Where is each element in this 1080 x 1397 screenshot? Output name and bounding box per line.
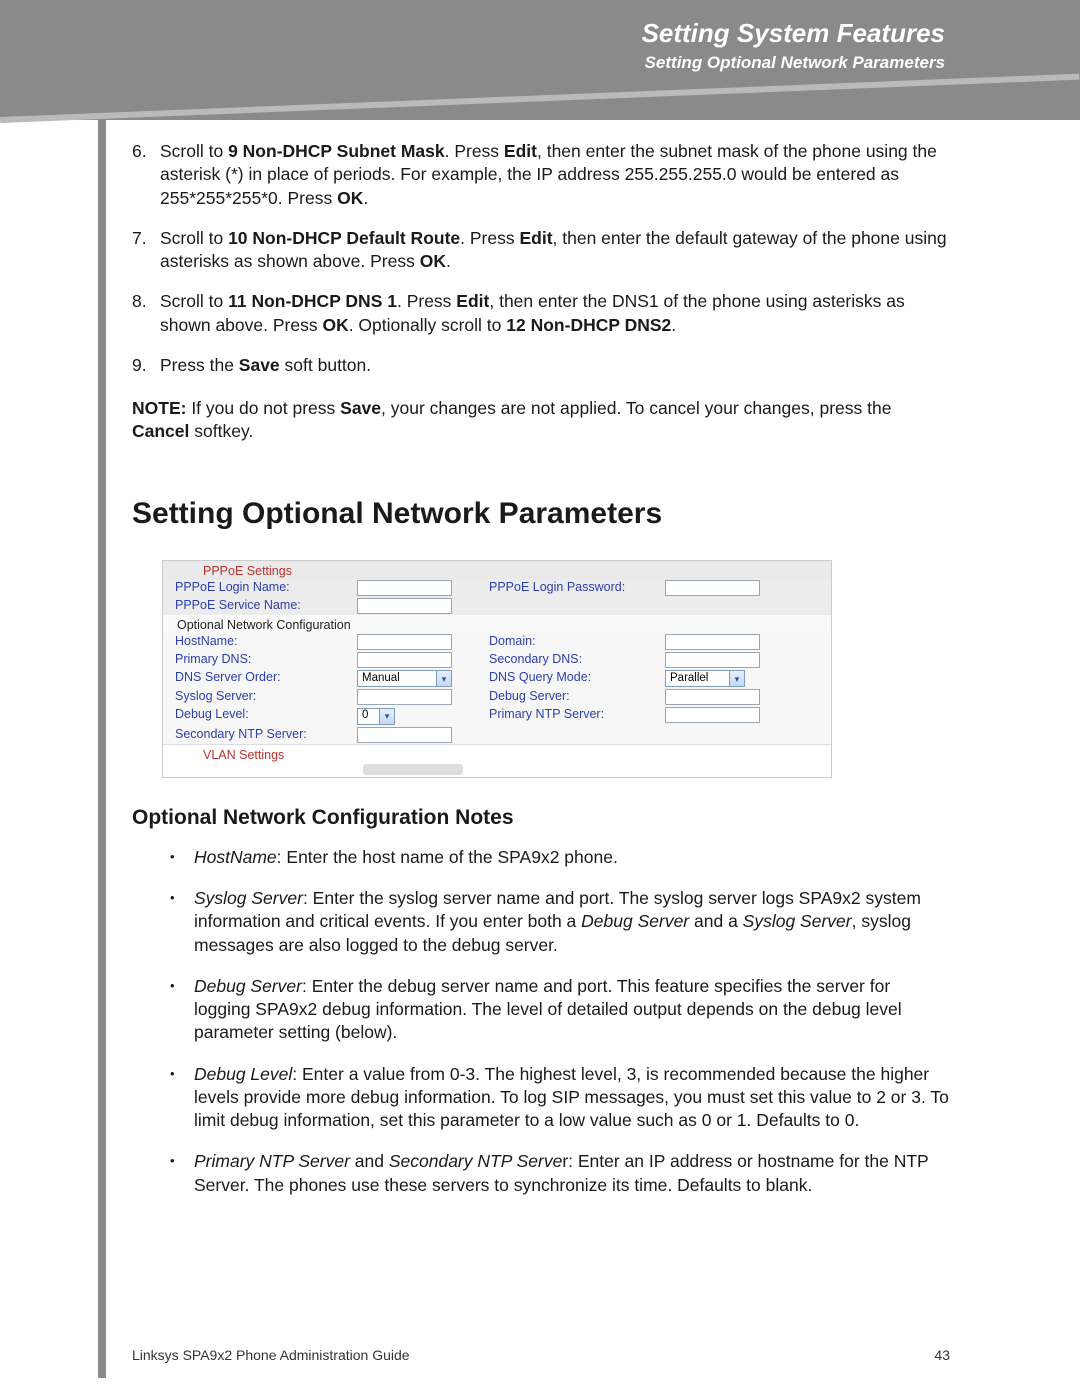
note-paragraph: NOTE: If you do not press Save, your cha…: [132, 397, 950, 444]
subheading: Optional Network Configuration Notes: [132, 804, 950, 832]
pppoe-login-name-label: PPPoE Login Name:: [169, 580, 357, 596]
bullet-icon: •: [170, 975, 194, 1045]
bullets-list: •HostName: Enter the host name of the SP…: [132, 846, 950, 1197]
bullet-item: •Debug Server: Enter the debug server na…: [132, 975, 950, 1045]
step-item: 8.Scroll to 11 Non-DHCP DNS 1. Press Edi…: [132, 290, 950, 337]
debug-level-value: 0: [362, 709, 368, 722]
debug-level-select[interactable]: 0 ▾: [357, 708, 395, 725]
bullet-icon: •: [170, 1150, 194, 1197]
hostname-row: HostName: Domain:: [163, 633, 831, 651]
pppoe-section-title: PPPoE Settings: [163, 561, 831, 579]
syslog-server-input[interactable]: [357, 689, 452, 705]
footer-left: Linksys SPA9x2 Phone Administration Guid…: [132, 1347, 410, 1363]
bullet-item: •Debug Level: Enter a value from 0-3. Th…: [132, 1063, 950, 1133]
primary-dns-input[interactable]: [357, 652, 452, 668]
bullet-text: Debug Server: Enter the debug server nam…: [194, 975, 950, 1045]
pppoe-service-name-label: PPPoE Service Name:: [169, 598, 357, 614]
debug-level-label: Debug Level:: [169, 707, 357, 724]
pppoe-service-name-input[interactable]: [357, 598, 452, 614]
secondary-dns-label: Secondary DNS:: [465, 652, 665, 668]
primary-ntp-input[interactable]: [665, 707, 760, 723]
config-screenshot: PPPoE Settings PPPoE Login Name: PPPoE L…: [162, 560, 832, 778]
primary-dns-row: Primary DNS: Secondary DNS:: [163, 651, 831, 669]
vlan-settings-title: VLAN Settings: [203, 748, 284, 762]
step-item: 7.Scroll to 10 Non-DHCP Default Route. P…: [132, 227, 950, 274]
dns-query-mode-label: DNS Query Mode:: [465, 670, 665, 687]
step-item: 6.Scroll to 9 Non-DHCP Subnet Mask. Pres…: [132, 140, 950, 210]
bullet-text: Syslog Server: Enter the syslog server n…: [194, 887, 950, 957]
dns-query-mode-value: Parallel: [670, 672, 708, 685]
page-category-title: Setting System Features: [642, 18, 945, 49]
section-heading: Setting Optional Network Parameters: [132, 494, 950, 534]
pppoe-login-password-label: PPPoE Login Password:: [465, 580, 665, 596]
syslog-row: Syslog Server: Debug Server:: [163, 688, 831, 706]
bullet-item: •Primary NTP Server and Secondary NTP Se…: [132, 1150, 950, 1197]
dns-server-order-select[interactable]: Manual ▾: [357, 670, 452, 687]
pppoe-login-name-input[interactable]: [357, 580, 452, 596]
chevron-down-icon: ▾: [436, 671, 451, 686]
hostname-input[interactable]: [357, 634, 452, 650]
side-bar: [98, 118, 106, 1378]
footer-page-number: 43: [934, 1347, 950, 1363]
bullet-text: Debug Level: Enter a value from 0-3. The…: [194, 1063, 950, 1133]
bullet-item: •HostName: Enter the host name of the SP…: [132, 846, 950, 869]
domain-label: Domain:: [465, 634, 665, 650]
pppoe-row-1: PPPoE Login Name: PPPoE Login Password:: [163, 579, 831, 597]
dns-order-row: DNS Server Order: Manual ▾ DNS Query Mod…: [163, 669, 831, 688]
syslog-server-label: Syslog Server:: [169, 689, 357, 705]
dns-server-order-value: Manual: [362, 672, 400, 685]
bullet-icon: •: [170, 846, 194, 869]
chevron-down-icon: ▾: [379, 709, 394, 724]
pppoe-login-password-input[interactable]: [665, 580, 760, 596]
dns-server-order-label: DNS Server Order:: [169, 670, 357, 687]
dns-query-mode-select[interactable]: Parallel ▾: [665, 670, 745, 687]
bullet-icon: •: [170, 1063, 194, 1133]
step-text: Press the Save soft button.: [160, 354, 371, 377]
step-number: 6.: [132, 140, 160, 210]
bullet-item: •Syslog Server: Enter the syslog server …: [132, 887, 950, 957]
page-section-subtitle: Setting Optional Network Parameters: [642, 53, 945, 73]
bullet-text: Primary NTP Server and Secondary NTP Ser…: [194, 1150, 950, 1197]
bullet-icon: •: [170, 887, 194, 957]
optional-network-title: Optional Network Configuration: [163, 615, 831, 633]
domain-input[interactable]: [665, 634, 760, 650]
page-content: 6.Scroll to 9 Non-DHCP Subnet Mask. Pres…: [132, 140, 950, 1215]
secondary-dns-input[interactable]: [665, 652, 760, 668]
secondary-ntp-label: Secondary NTP Server:: [169, 727, 357, 743]
debug-server-input[interactable]: [665, 689, 760, 705]
chevron-down-icon: ▾: [729, 671, 744, 686]
step-number: 7.: [132, 227, 160, 274]
primary-ntp-label: Primary NTP Server:: [465, 707, 665, 724]
numbered-steps: 6.Scroll to 9 Non-DHCP Subnet Mask. Pres…: [132, 140, 950, 377]
debug-level-row: Debug Level: 0 ▾ Primary NTP Server:: [163, 706, 831, 725]
vlan-section: VLAN Settings: [163, 744, 831, 777]
pppoe-row-2: PPPoE Service Name:: [163, 597, 831, 615]
primary-dns-label: Primary DNS:: [169, 652, 357, 668]
vlan-slider-bar: [363, 764, 463, 775]
step-text: Scroll to 9 Non-DHCP Subnet Mask. Press …: [160, 140, 950, 210]
secondary-ntp-row: Secondary NTP Server:: [163, 726, 831, 744]
hostname-label: HostName:: [169, 634, 357, 650]
step-number: 9.: [132, 354, 160, 377]
header-titles: Setting System Features Setting Optional…: [642, 18, 945, 73]
page-footer: Linksys SPA9x2 Phone Administration Guid…: [132, 1347, 950, 1363]
secondary-ntp-input[interactable]: [357, 727, 452, 743]
step-text: Scroll to 10 Non-DHCP Default Route. Pre…: [160, 227, 950, 274]
step-text: Scroll to 11 Non-DHCP DNS 1. Press Edit,…: [160, 290, 950, 337]
step-number: 8.: [132, 290, 160, 337]
debug-server-label: Debug Server:: [465, 689, 665, 705]
step-item: 9.Press the Save soft button.: [132, 354, 950, 377]
bullet-text: HostName: Enter the host name of the SPA…: [194, 846, 618, 869]
